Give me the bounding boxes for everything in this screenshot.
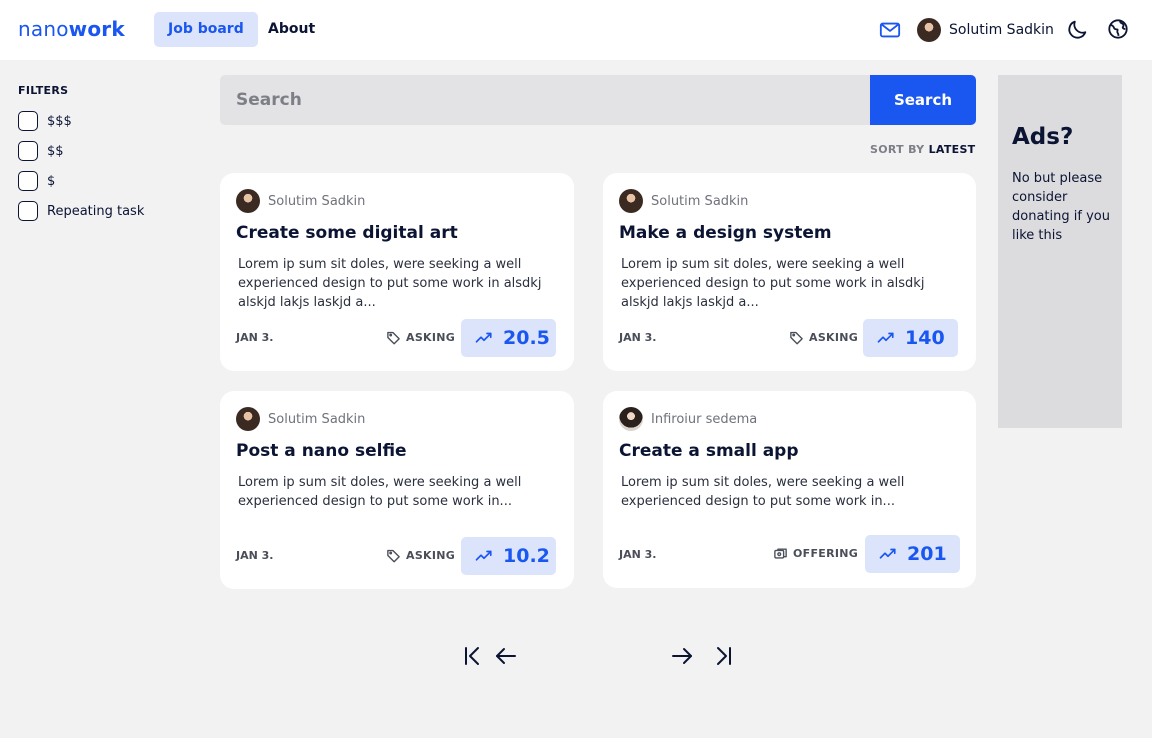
- filter-label: $: [47, 173, 56, 189]
- globe-icon[interactable]: [1107, 18, 1129, 40]
- price-badge: 201: [865, 535, 960, 573]
- card-author: Solutim Sadkin: [236, 189, 365, 213]
- author-name: Solutim Sadkin: [268, 411, 366, 427]
- card-author: Solutim Sadkin: [619, 189, 748, 213]
- logo-light-text: nano: [18, 17, 69, 41]
- search-input[interactable]: [220, 75, 870, 125]
- job-date: JAN 3.: [619, 331, 657, 344]
- sort-label: SORT BY: [870, 143, 925, 156]
- job-title: Make a design system: [619, 223, 832, 243]
- job-type-label: ASKING: [406, 549, 456, 562]
- offering-icon: [774, 548, 787, 559]
- price-value: 10.2: [503, 545, 550, 567]
- filter-label: $$: [47, 143, 64, 159]
- first-page-icon[interactable]: [461, 644, 485, 668]
- filter-option-mid-price[interactable]: $$: [18, 141, 64, 161]
- job-type-label: ASKING: [809, 331, 859, 344]
- price-badge: 10.2: [461, 537, 556, 575]
- tag-icon: [790, 331, 803, 345]
- search-button[interactable]: Search: [870, 75, 976, 125]
- user-menu[interactable]: Solutim Sadkin: [917, 18, 1054, 42]
- filter-checkbox[interactable]: [18, 141, 38, 161]
- job-title: Post a nano selfie: [236, 441, 407, 461]
- tag-icon: [387, 549, 400, 563]
- sort-control[interactable]: SORT BY LATEST: [870, 143, 976, 156]
- top-navbar: nanowork Job board About Solutim Sadkin: [0, 0, 1152, 60]
- ads-panel: Ads? No but please consider donating if …: [998, 75, 1122, 428]
- author-name: Solutim Sadkin: [651, 193, 749, 209]
- job-description: Lorem ip sum sit doles, were seeking a w…: [621, 257, 925, 310]
- job-date: JAN 3.: [236, 331, 274, 344]
- filter-option-high-price[interactable]: $$$: [18, 111, 72, 131]
- author-name: Infiroiur sedema: [651, 411, 758, 427]
- job-card[interactable]: Infiroiur sedema Create a small app Lore…: [603, 391, 976, 588]
- job-type: ASKING: [386, 330, 455, 345]
- price-value: 20.5: [503, 327, 550, 349]
- price-badge: 20.5: [461, 319, 556, 357]
- filter-option-low-price[interactable]: $: [18, 171, 55, 191]
- job-date: JAN 3.: [619, 548, 657, 561]
- user-avatar: [917, 18, 941, 42]
- author-name: Solutim Sadkin: [268, 193, 366, 209]
- job-card[interactable]: Solutim Sadkin Post a nano selfie Lorem …: [220, 391, 574, 589]
- author-avatar: [619, 407, 643, 431]
- trending-icon: [475, 550, 492, 561]
- job-type: ASKING: [789, 330, 858, 345]
- job-date: JAN 3.: [236, 549, 274, 562]
- job-type: OFFERING: [773, 546, 858, 561]
- filter-option-repeating-task[interactable]: Repeating task: [18, 201, 144, 221]
- job-description: Lorem ip sum sit doles, were seeking a w…: [621, 475, 905, 509]
- job-card[interactable]: Solutim Sadkin Create some digital art L…: [220, 173, 574, 371]
- card-author: Infiroiur sedema: [619, 407, 757, 431]
- user-name: Solutim Sadkin: [949, 22, 1054, 38]
- nav-tab-about[interactable]: About: [254, 12, 329, 47]
- job-description: Lorem ip sum sit doles, were seeking a w…: [238, 475, 522, 509]
- job-card[interactable]: Solutim Sadkin Make a design system Lore…: [603, 173, 976, 371]
- job-title: Create some digital art: [236, 223, 458, 243]
- author-avatar: [236, 407, 260, 431]
- job-type-label: OFFERING: [793, 547, 859, 560]
- filter-label: $$$: [47, 113, 72, 129]
- card-author: Solutim Sadkin: [236, 407, 365, 431]
- author-avatar: [619, 189, 643, 213]
- trending-icon: [879, 548, 896, 559]
- ads-title: Ads?: [1012, 124, 1074, 150]
- sort-value[interactable]: LATEST: [929, 143, 976, 156]
- price-value: 140: [905, 327, 945, 349]
- filter-checkbox[interactable]: [18, 201, 38, 221]
- author-avatar: [236, 189, 260, 213]
- price-badge: 140: [863, 319, 958, 357]
- job-description: Lorem ip sum sit doles, were seeking a w…: [238, 257, 542, 310]
- job-type: ASKING: [386, 548, 455, 563]
- tag-icon: [387, 331, 400, 345]
- trending-icon: [475, 332, 492, 343]
- filters-title: FILTERS: [18, 84, 69, 97]
- logo-bold-text: work: [68, 17, 125, 41]
- moon-icon[interactable]: [1067, 18, 1089, 40]
- next-page-icon[interactable]: [670, 644, 694, 668]
- previous-page-icon[interactable]: [494, 644, 518, 668]
- filter-label: Repeating task: [47, 203, 145, 219]
- job-title: Create a small app: [619, 441, 799, 461]
- trending-icon: [877, 332, 894, 343]
- job-type-label: ASKING: [406, 331, 456, 344]
- app-logo[interactable]: nanowork: [18, 17, 125, 41]
- filter-checkbox[interactable]: [18, 111, 38, 131]
- filter-checkbox[interactable]: [18, 171, 38, 191]
- price-value: 201: [907, 543, 947, 565]
- last-page-icon[interactable]: [711, 644, 735, 668]
- ads-text: No but please consider donating if you l…: [1012, 171, 1110, 243]
- nav-tab-job-board[interactable]: Job board: [154, 12, 258, 47]
- mail-icon[interactable]: [879, 19, 901, 41]
